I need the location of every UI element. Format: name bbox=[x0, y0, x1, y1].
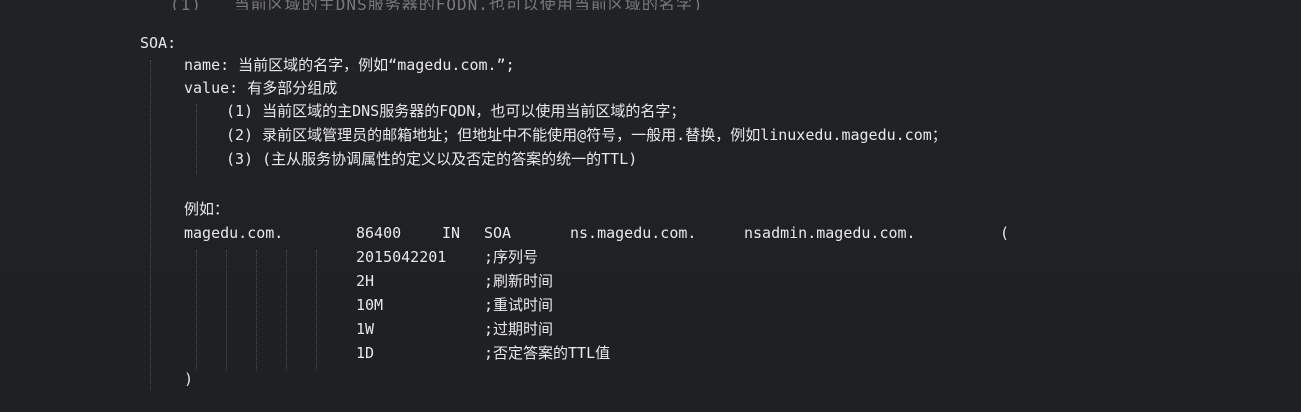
value-item-3: (3) (主从服务协调属性的定义以及否定的答案的统一的TTL) bbox=[226, 150, 638, 168]
value-line: value: 有多部分组成 bbox=[184, 79, 338, 97]
indent-guide bbox=[226, 250, 227, 370]
record-name: magedu.com. bbox=[184, 224, 284, 242]
record-close-paren: ) bbox=[184, 370, 194, 388]
row-value-refresh: 2H bbox=[356, 272, 375, 290]
record-open-paren: ( bbox=[1000, 224, 1010, 242]
row-comment-expire: ;过期时间 bbox=[484, 320, 554, 338]
record-primary-ns: ns.magedu.com. bbox=[570, 224, 697, 242]
cut-off-top-line: (1) 当前区域的主DNS服务器的FQDN,也可以使用当前区域的名字) bbox=[0, 0, 1301, 10]
row-value-serial: 2015042201 bbox=[356, 248, 447, 266]
record-admin: nsadmin.magedu.com. bbox=[744, 224, 916, 242]
value-item-1: (1) 当前区域的主DNS服务器的FQDN，也可以使用当前区域的名字； bbox=[226, 102, 686, 120]
indent-guide bbox=[256, 250, 257, 370]
name-line: name: 当前区域的名字，例如“magedu.com.”; bbox=[184, 56, 515, 74]
row-value-retry: 10M bbox=[356, 296, 384, 314]
indent-guide bbox=[196, 104, 197, 174]
indent-guide bbox=[316, 250, 317, 370]
value-item-2: (2) 录前区域管理员的邮箱地址；但地址中不能使用@符号，一般用.替换，例如li… bbox=[226, 126, 947, 144]
record-class: IN bbox=[442, 224, 461, 242]
code-editor[interactable]: (1) 当前区域的主DNS服务器的FQDN,也可以使用当前区域的名字) SOA:… bbox=[0, 0, 1301, 412]
row-value-negative-ttl: 1D bbox=[356, 344, 375, 362]
row-value-expire: 1W bbox=[356, 320, 375, 338]
row-comment-refresh: ;刷新时间 bbox=[484, 272, 554, 290]
record-ttl: 86400 bbox=[356, 224, 402, 242]
record-type: SOA bbox=[484, 224, 512, 242]
row-comment-negative-ttl: ;否定答案的TTL值 bbox=[484, 344, 611, 362]
row-comment-retry: ;重试时间 bbox=[484, 296, 554, 314]
indent-guide bbox=[286, 250, 287, 370]
indent-guide bbox=[150, 60, 151, 390]
example-label: 例如： bbox=[184, 200, 230, 218]
row-comment-serial: ;序列号 bbox=[484, 248, 539, 266]
top-cut-text: (1) 当前区域的主DNS服务器的FQDN,也可以使用当前区域的名字) bbox=[170, 0, 704, 10]
indent-guide bbox=[196, 250, 197, 370]
soa-label: SOA: bbox=[140, 34, 177, 52]
